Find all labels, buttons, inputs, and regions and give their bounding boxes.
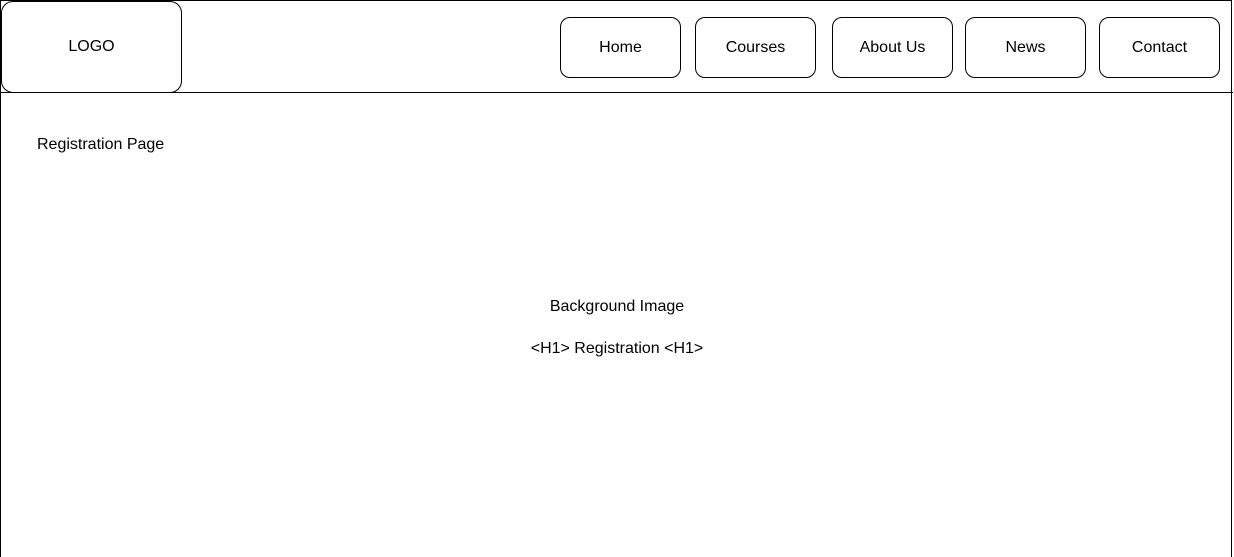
nav-home-button[interactable]: Home <box>560 17 681 78</box>
logo[interactable]: LOGO <box>1 1 182 93</box>
heading-placeholder: <H1> Registration <H1> <box>530 340 704 357</box>
header: LOGO Home Courses About Us News Contact <box>1 1 1233 93</box>
background-image-label: Background Image <box>549 298 685 315</box>
nav-contact-button[interactable]: Contact <box>1099 17 1220 78</box>
nav-courses-button[interactable]: Courses <box>695 17 816 78</box>
page-frame: LOGO Home Courses About Us News Contact … <box>0 0 1233 557</box>
page-label: Registration Page <box>37 136 165 153</box>
nav-news-button[interactable]: News <box>965 17 1086 78</box>
nav-about-us-button[interactable]: About Us <box>832 17 953 78</box>
